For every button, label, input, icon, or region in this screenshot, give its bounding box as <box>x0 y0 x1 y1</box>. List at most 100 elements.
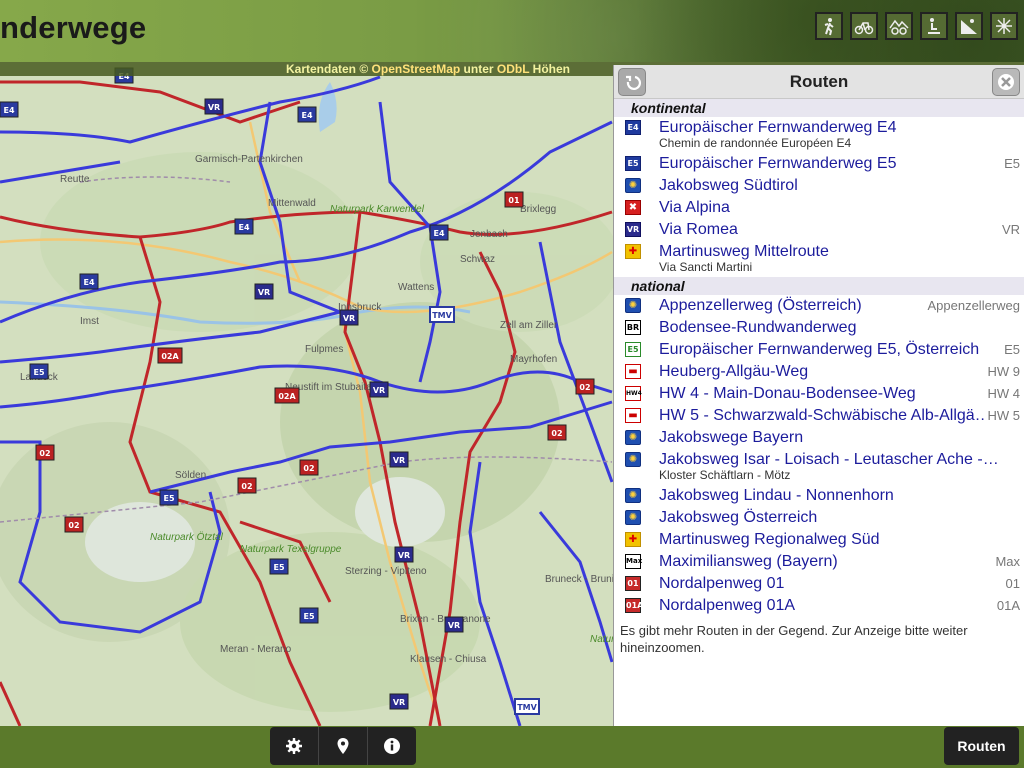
hiking-mode-button[interactable] <box>815 12 843 40</box>
route-item[interactable]: 01 Nordalpenweg 01 01 <box>614 573 1024 595</box>
cycling-mode-button[interactable] <box>850 12 878 40</box>
route-shield-icon[interactable]: VR <box>444 616 464 633</box>
route-item[interactable]: ✺ Jakobsweg Südtirol <box>614 175 1024 197</box>
route-item[interactable]: ▬ Heuberg-Allgäu-Weg HW 9 <box>614 361 1024 383</box>
route-shield-icon[interactable]: 02 <box>35 444 55 461</box>
route-item[interactable]: ▬ HW 5 - Schwarzwald-Schwäbische Alb-Allg… <box>614 405 1024 427</box>
routes-button[interactable]: Routen <box>944 727 1019 765</box>
route-name[interactable]: Heuberg-Allgäu-Weg <box>659 361 999 383</box>
slope-icon <box>961 19 977 34</box>
route-item[interactable]: E5 Europäischer Fernwanderweg E5, Österre… <box>614 339 1024 361</box>
route-name[interactable]: HW 5 - Schwarzwald-Schwäbische Alb-Allgä… <box>659 405 999 427</box>
route-shield-icon[interactable]: VR <box>389 451 409 468</box>
osm-link[interactable]: OpenStreetMap <box>372 62 461 76</box>
route-list: kontinental E4 Europäischer Fernwanderweg … <box>614 99 1024 617</box>
header-bar: nderwege <box>0 0 1024 62</box>
route-shield-icon[interactable]: 02A <box>274 387 300 404</box>
route-code: HW 9 <box>983 364 1020 379</box>
route-item[interactable]: ✺ Jakobsweg Österreich <box>614 507 1024 529</box>
route-name[interactable]: Nordalpenweg 01 <box>659 573 999 595</box>
route-shield-icon[interactable]: VR <box>369 381 389 398</box>
route-shield-icon[interactable]: E5 <box>299 607 319 624</box>
route-item[interactable]: VR Via Romea VR <box>614 219 1024 241</box>
route-shield-icon[interactable]: E5 <box>269 558 289 575</box>
settings-button[interactable] <box>270 727 319 765</box>
panel-title: Routen <box>789 72 849 91</box>
route-item[interactable]: BR Bodensee-Rundwanderweg <box>614 317 1024 339</box>
route-shield-icon[interactable]: E4 <box>0 101 19 118</box>
route-item[interactable]: ✺ Jakobsweg Lindau - Nonnenhorn <box>614 485 1024 507</box>
odbl-link[interactable]: ODbL <box>497 62 529 76</box>
route-symbol-icon: ✺ <box>625 488 641 503</box>
location-button[interactable] <box>319 727 368 765</box>
route-shield-icon[interactable]: 02 <box>237 477 257 494</box>
map-place-label: Naturpark Karwendel <box>330 204 425 215</box>
route-shield-icon[interactable]: E4 <box>429 224 449 241</box>
route-shield-icon[interactable]: VR <box>339 309 359 326</box>
route-item[interactable]: ✚ Martinusweg Mittelroute Via Sancti Marti… <box>614 241 1024 277</box>
route-name[interactable]: Bodensee-Rundwanderweg <box>659 317 999 339</box>
route-name[interactable]: Jakobsweg Österreich <box>659 507 999 529</box>
route-symbol-icon: ✺ <box>625 298 641 313</box>
close-button[interactable] <box>992 68 1020 96</box>
route-item[interactable]: ✺ Appenzellerweg (Österreich) Appenzellerw… <box>614 295 1024 317</box>
route-item[interactable]: 01A Nordalpenweg 01A 01A <box>614 595 1024 617</box>
ski-mode-button[interactable] <box>990 12 1018 40</box>
route-shield-label: 01 <box>508 196 520 205</box>
route-name[interactable]: Maximiliansweg (Bayern) <box>659 551 999 573</box>
route-item[interactable]: ✺ Jakobsweg Isar - Loisach - Leutascher A… <box>614 449 1024 485</box>
route-symbol-icon: ▬ <box>625 364 641 379</box>
slope-mode-button[interactable] <box>955 12 983 40</box>
route-shield-icon[interactable]: 01 <box>504 191 524 208</box>
route-item[interactable]: E4 Europäischer Fernwanderweg E4 Chemin de… <box>614 117 1024 153</box>
route-item[interactable]: ✚ Martinusweg Regionalweg Süd <box>614 529 1024 551</box>
route-name[interactable]: Europäischer Fernwanderweg E5 <box>659 153 999 175</box>
route-shield-icon[interactable]: TMV <box>429 306 455 323</box>
route-item[interactable]: ✖ Via Alpina <box>614 197 1024 219</box>
route-name[interactable]: HW 4 - Main-Donau-Bodensee-Weg <box>659 383 999 405</box>
route-name[interactable]: Jakobsweg Lindau - Nonnenhorn <box>659 485 999 507</box>
route-shield-icon[interactable]: VR <box>389 693 409 710</box>
gear-icon <box>286 738 302 754</box>
skating-mode-button[interactable] <box>920 12 948 40</box>
route-shield-icon[interactable]: VR <box>394 546 414 563</box>
route-name[interactable]: Jakobsweg Südtirol <box>659 175 999 197</box>
route-item[interactable]: E5 Europäischer Fernwanderweg E5 E5 <box>614 153 1024 175</box>
route-shield-icon[interactable]: 02 <box>64 516 84 533</box>
route-shield-icon[interactable]: E4 <box>297 106 317 123</box>
mtb-icon <box>889 19 909 35</box>
section-header-kontinental: kontinental <box>614 99 1024 117</box>
map-place-label: Klausen - Chiusa <box>410 654 487 665</box>
route-name[interactable]: Martinusweg Regionalweg Süd <box>659 529 999 551</box>
route-shield-icon[interactable]: 02 <box>547 424 567 441</box>
route-symbol-icon: ✖ <box>625 200 641 215</box>
route-shield-icon[interactable]: VR <box>254 283 274 300</box>
attribution-mid: unter <box>460 62 497 76</box>
route-name[interactable]: Jakobswege Bayern <box>659 427 999 449</box>
route-name[interactable]: Via Alpina <box>659 197 999 219</box>
map-toolbar <box>270 727 416 765</box>
mtb-mode-button[interactable] <box>885 12 913 40</box>
route-name[interactable]: Via Romea <box>659 219 999 241</box>
route-shield-icon[interactable]: 02A <box>157 347 183 364</box>
route-shield-label: VR <box>393 698 405 707</box>
attribution-prefix: Kartendaten © <box>286 62 372 76</box>
route-name[interactable]: Nordalpenweg 01A <box>659 595 999 617</box>
route-name[interactable]: Europäischer Fernwanderweg E5, Österreic… <box>659 339 999 361</box>
route-code: Max <box>991 554 1020 569</box>
route-shield-label: TMV <box>517 703 537 712</box>
route-shield-icon[interactable]: VR <box>204 98 224 115</box>
route-item[interactable]: Max Maximiliansweg (Bayern) Max <box>614 551 1024 573</box>
route-shield-icon[interactable]: E5 <box>159 489 179 506</box>
route-shield-icon[interactable]: 02 <box>575 378 595 395</box>
route-shield-icon[interactable]: 02 <box>299 459 319 476</box>
route-shield-icon[interactable]: E5 <box>29 363 49 380</box>
route-item[interactable]: HW4 HW 4 - Main-Donau-Bodensee-Weg HW 4 <box>614 383 1024 405</box>
map-place-label: Meran - Merano <box>220 644 292 655</box>
route-symbol-icon: ✺ <box>625 178 641 193</box>
route-item[interactable]: ✺ Jakobswege Bayern <box>614 427 1024 449</box>
route-shield-icon[interactable]: TMV <box>514 698 540 715</box>
route-shield-icon[interactable]: E4 <box>79 273 99 290</box>
route-shield-icon[interactable]: E4 <box>234 218 254 235</box>
info-button[interactable] <box>368 727 416 765</box>
